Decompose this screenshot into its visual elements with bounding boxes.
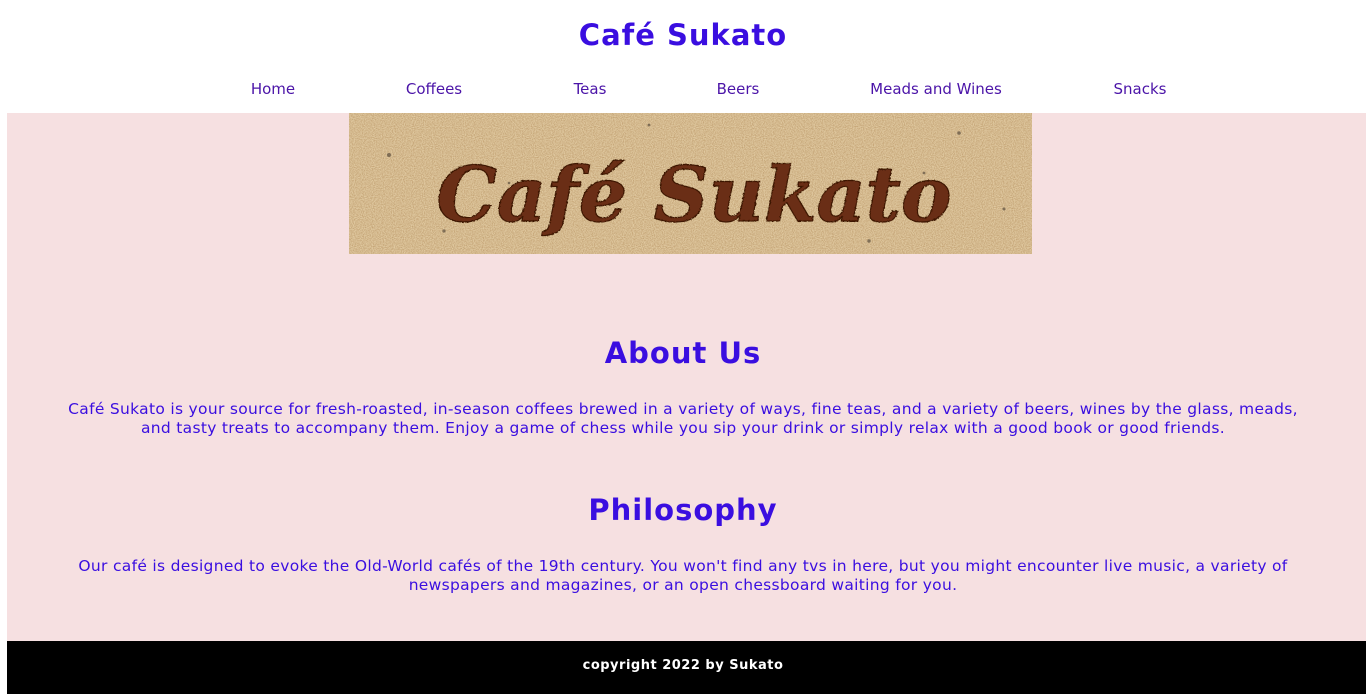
site-title: Café Sukato bbox=[578, 18, 788, 52]
about-heading: About Us bbox=[604, 336, 762, 370]
site-footer: copyright 2022 by Sukato bbox=[7, 641, 1366, 694]
nav-snacks[interactable]: Snacks bbox=[1114, 80, 1167, 98]
site-header: Café Sukato Home Coffees Teas Beers Mead… bbox=[7, 0, 1366, 113]
philosophy-heading: Philosophy bbox=[588, 493, 778, 527]
main-nav: Home Coffees Teas Beers Meads and Wines … bbox=[7, 80, 1366, 102]
banner-logo-text: Café Sukato bbox=[436, 150, 951, 239]
nav-coffees[interactable]: Coffees bbox=[406, 80, 462, 98]
philosophy-text: Our café is designed to evoke the Old-Wo… bbox=[78, 557, 1288, 594]
nav-home[interactable]: Home bbox=[251, 80, 295, 98]
about-text: Café Sukato is your source for fresh-roa… bbox=[68, 400, 1298, 437]
page: Café Sukato Home Coffees Teas Beers Mead… bbox=[7, 0, 1366, 694]
nav-beers[interactable]: Beers bbox=[717, 80, 760, 98]
banner-image: Café Sukato bbox=[349, 113, 1032, 254]
nav-meads-and-wines[interactable]: Meads and Wines bbox=[870, 80, 1002, 98]
copyright-text: copyright 2022 by Sukato bbox=[582, 658, 784, 673]
nav-teas[interactable]: Teas bbox=[574, 80, 607, 98]
